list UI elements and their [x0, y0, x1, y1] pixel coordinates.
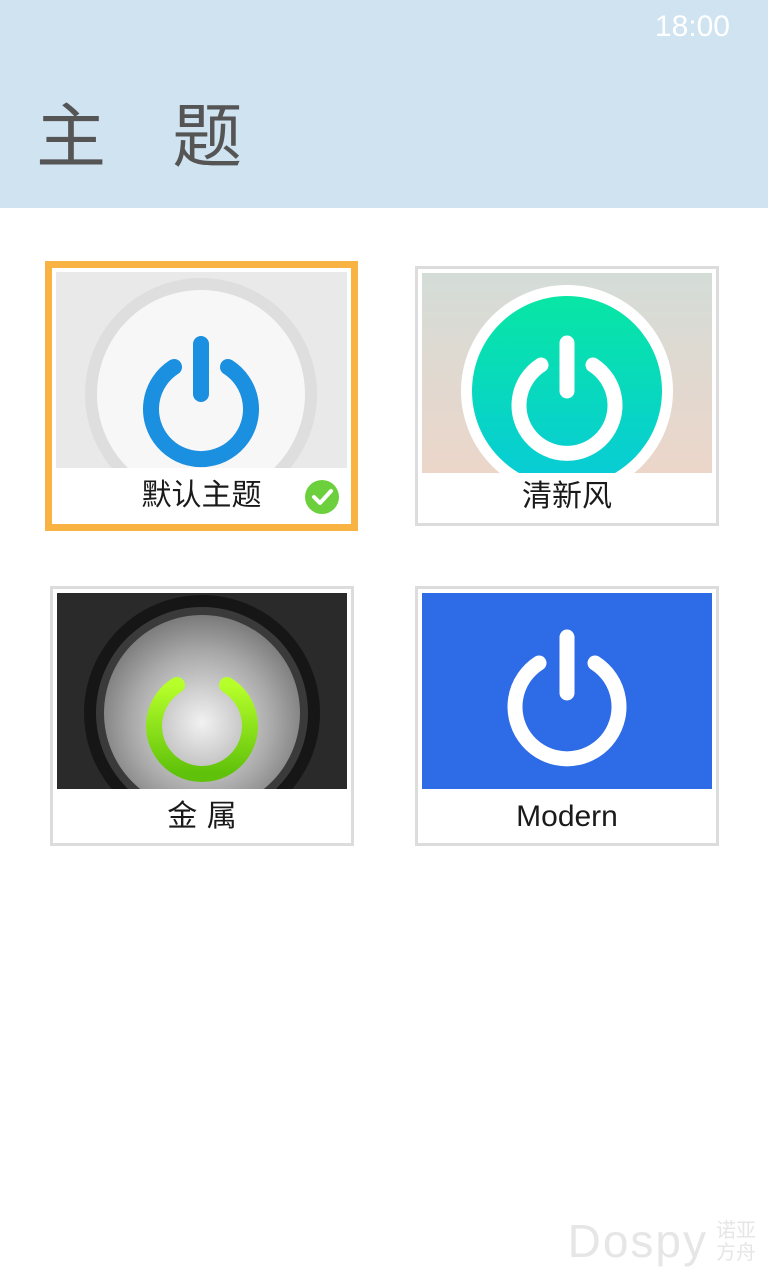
power-icon — [422, 273, 712, 473]
theme-preview-default — [56, 272, 347, 468]
page-title: 主 题 — [36, 96, 265, 178]
watermark-logo: Dospy — [567, 1215, 708, 1267]
theme-tile-modern[interactable]: Modern — [415, 586, 719, 846]
header: 18:00 主 题 — [0, 0, 768, 208]
theme-tile-fresh[interactable]: 清新风 — [415, 266, 719, 526]
theme-preview-fresh — [422, 273, 712, 473]
watermark: Dospy 诺亚方舟 — [568, 1214, 760, 1268]
status-time: 18:00 — [654, 10, 730, 43]
check-circle-icon — [305, 480, 339, 514]
theme-label: Modern — [516, 800, 618, 833]
theme-preview-metal — [57, 593, 347, 789]
theme-tile-default[interactable]: 默认主题 — [45, 261, 358, 531]
theme-preview-modern — [422, 593, 712, 789]
theme-label: 金 属 — [167, 799, 237, 834]
theme-tile-metal[interactable]: 金 属 — [50, 586, 354, 846]
power-icon — [422, 593, 712, 789]
power-icon — [56, 272, 347, 468]
power-icon — [57, 593, 347, 789]
theme-label: 清新风 — [522, 479, 612, 514]
watermark-sub: 诺亚方舟 — [716, 1218, 756, 1264]
